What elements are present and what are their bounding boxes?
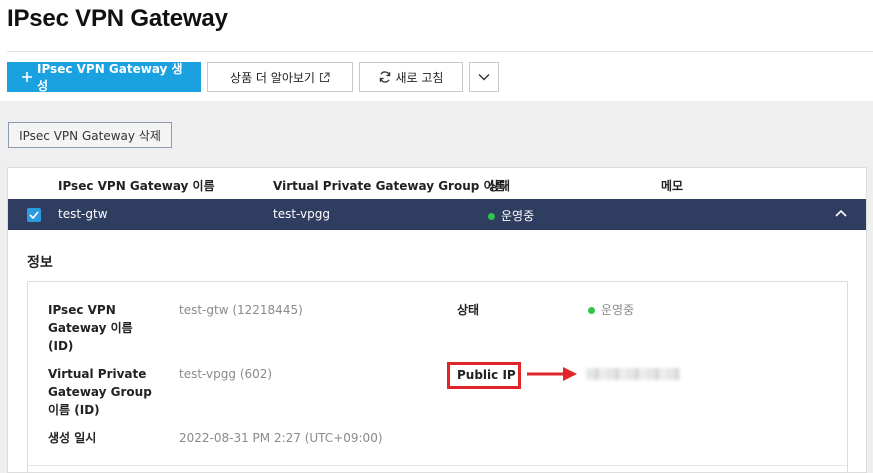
status-dot-icon (588, 307, 595, 314)
vpg-group-value: test-vpgg (602) (179, 367, 273, 381)
header-memo[interactable]: 메모 (661, 177, 683, 194)
page-title: IPsec VPN Gateway (7, 5, 228, 32)
annotation-arrow-icon (527, 366, 579, 387)
refresh-button[interactable]: 새로 고침 (359, 62, 463, 92)
annotation-highlight-box (447, 362, 521, 389)
vpg-group-label-line3: 이름 (ID) (48, 403, 100, 417)
table-header: IPsec VPN Gateway 이름 Virtual Private Gat… (8, 168, 866, 199)
created-label: 생성 일시 (48, 431, 97, 445)
gateway-name-value: test-gtw (12218445) (179, 303, 303, 317)
vpg-group-label-line2: Gateway Group (48, 385, 152, 399)
vpg-group-label-line1: Virtual Private (48, 367, 147, 381)
status-value-text: 운영중 (601, 303, 635, 317)
gateway-table-panel: IPsec VPN Gateway 이름 Virtual Private Gat… (7, 167, 867, 473)
more-options-button[interactable] (469, 62, 499, 92)
delete-gateway-label: IPsec VPN Gateway 삭제 (19, 128, 161, 143)
public-ip-value-blurred (586, 368, 680, 380)
row-gateway-name: test-gtw (58, 207, 108, 221)
vpg-group-label: Virtual Private Gateway Group 이름 (ID) (48, 365, 152, 419)
chevron-up-icon[interactable] (834, 207, 848, 221)
detail-section-title: 정보 (27, 255, 53, 271)
status-dot-icon (488, 213, 495, 220)
header-gateway-name[interactable]: IPsec VPN Gateway 이름 (58, 177, 215, 194)
create-gateway-button[interactable]: IPsec VPN Gateway 생성 (7, 62, 201, 93)
delete-gateway-button[interactable]: IPsec VPN Gateway 삭제 (8, 122, 172, 148)
plus-icon (22, 72, 32, 82)
row-status: 운영중 (488, 207, 534, 224)
external-link-icon (319, 71, 330, 83)
title-divider (7, 51, 873, 52)
create-gateway-label: IPsec VPN Gateway 생성 (37, 62, 183, 93)
toolbar: IPsec VPN Gateway 생성 상품 더 알아보기 새로 고침 (7, 62, 499, 93)
gateway-name-label-line2: Gateway 이름 (48, 321, 133, 335)
status-label: 상태 (457, 303, 480, 317)
created-value: 2022-08-31 PM 2:27 (UTC+09:00) (179, 431, 383, 445)
refresh-label: 새로 고침 (395, 70, 444, 85)
gateway-name-label-line3: (ID) (48, 339, 74, 353)
table-row[interactable]: test-gtw test-vpgg 운영중 (8, 199, 866, 230)
gateway-name-label: IPsec VPN Gateway 이름 (ID) (48, 301, 133, 355)
row-status-text: 운영중 (501, 209, 535, 223)
learn-more-button[interactable]: 상품 더 알아보기 (207, 62, 353, 92)
row-checkbox[interactable] (27, 208, 41, 222)
chevron-down-icon (478, 70, 490, 84)
status-value: 운영중 (588, 301, 634, 319)
refresh-icon (379, 71, 391, 83)
learn-more-label: 상품 더 알아보기 (230, 70, 315, 85)
header-status[interactable]: 상태 (488, 177, 510, 194)
gateway-name-label-line1: IPsec VPN (48, 303, 116, 317)
row-vpg-group: test-vpgg (273, 207, 331, 221)
header-vpg-group-name[interactable]: Virtual Private Gateway Group 이름 (273, 177, 506, 194)
divider (28, 465, 847, 466)
